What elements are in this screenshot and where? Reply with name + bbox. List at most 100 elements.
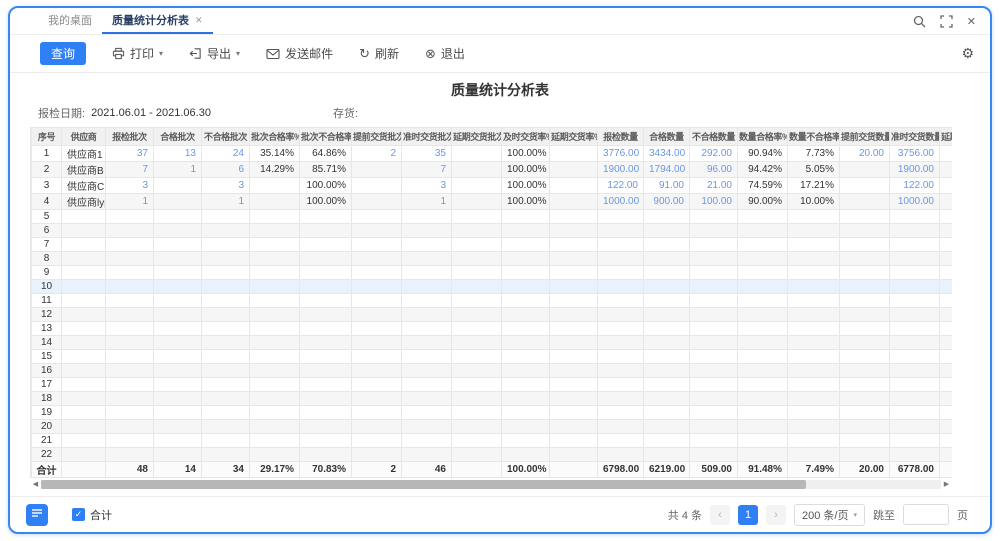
cell[interactable] — [61, 209, 106, 224]
next-page-button[interactable]: › — [766, 504, 787, 525]
cell[interactable] — [501, 251, 550, 266]
cell[interactable] — [401, 433, 452, 448]
cell[interactable] — [839, 447, 890, 462]
cell[interactable]: 37 — [105, 145, 154, 162]
refresh-button[interactable]: ↻ 刷新 — [359, 45, 399, 62]
cell[interactable]: 6778.00 — [889, 461, 940, 478]
cell[interactable] — [889, 223, 940, 238]
cell[interactable] — [201, 279, 250, 294]
cell[interactable] — [737, 237, 788, 252]
column-header[interactable]: 报检批次 — [105, 127, 154, 146]
cell[interactable] — [597, 223, 644, 238]
cell[interactable] — [889, 265, 940, 280]
cell[interactable] — [451, 293, 502, 308]
cell[interactable] — [787, 251, 840, 266]
cell[interactable]: 14 — [153, 461, 202, 478]
cell[interactable] — [451, 209, 502, 224]
cell[interactable] — [737, 419, 788, 434]
cell[interactable]: 2 — [351, 145, 402, 162]
cell[interactable] — [249, 193, 300, 210]
cell[interactable] — [597, 321, 644, 336]
cell[interactable] — [597, 405, 644, 420]
cell[interactable]: 20 — [31, 419, 62, 434]
cell[interactable] — [153, 237, 202, 252]
export-button[interactable]: 导出 ▾ — [189, 45, 240, 62]
cell[interactable] — [737, 363, 788, 378]
query-button[interactable]: 查询 — [40, 42, 86, 65]
column-header[interactable]: 不合格批次 — [201, 127, 250, 146]
cell[interactable] — [351, 321, 402, 336]
cell[interactable]: 6 — [31, 223, 62, 238]
cell[interactable]: 11 — [31, 293, 62, 308]
cell[interactable]: 1 — [153, 161, 202, 178]
cell[interactable]: 91.48% — [737, 461, 788, 478]
cell[interactable] — [61, 461, 106, 478]
cell[interactable] — [299, 251, 352, 266]
table-row[interactable]: 17 — [31, 377, 952, 392]
scroll-left-icon[interactable]: ◀ — [30, 479, 41, 490]
cell[interactable] — [451, 447, 502, 462]
cell[interactable] — [105, 447, 154, 462]
cell[interactable]: 34 — [201, 461, 250, 478]
cell[interactable] — [351, 223, 402, 238]
cell[interactable] — [643, 363, 690, 378]
cell[interactable] — [643, 321, 690, 336]
cell[interactable] — [787, 307, 840, 322]
table-row[interactable]: 18 — [31, 391, 952, 406]
scroll-right-icon[interactable]: ▶ — [941, 479, 952, 490]
cell[interactable] — [787, 335, 840, 350]
cell[interactable] — [597, 391, 644, 406]
cell[interactable]: 供应商C — [61, 177, 106, 194]
cell[interactable] — [501, 293, 550, 308]
cell[interactable] — [689, 223, 738, 238]
cell[interactable] — [351, 209, 402, 224]
cell[interactable] — [643, 349, 690, 364]
cell[interactable]: 9 — [31, 265, 62, 280]
cell[interactable] — [451, 433, 502, 448]
cell[interactable] — [451, 391, 502, 406]
cell[interactable] — [201, 321, 250, 336]
column-header[interactable]: 延期交货批次 — [451, 127, 502, 146]
cell[interactable] — [451, 363, 502, 378]
cell[interactable] — [549, 363, 598, 378]
cell[interactable] — [451, 265, 502, 280]
table-row[interactable]: 6 — [31, 223, 952, 238]
cell[interactable] — [401, 419, 452, 434]
cell[interactable] — [689, 349, 738, 364]
cell[interactable]: 13 — [153, 145, 202, 162]
cell[interactable] — [689, 237, 738, 252]
cell[interactable] — [105, 279, 154, 294]
cell[interactable] — [451, 307, 502, 322]
cell[interactable] — [451, 237, 502, 252]
cell[interactable] — [299, 377, 352, 392]
cell[interactable]: 70.83% — [299, 461, 352, 478]
cell[interactable] — [737, 377, 788, 392]
cell[interactable] — [501, 307, 550, 322]
cell[interactable] — [61, 251, 106, 266]
sum-toggle[interactable]: ✓ 合计 — [72, 507, 112, 523]
cell[interactable] — [549, 223, 598, 238]
cell[interactable] — [939, 293, 952, 308]
cell[interactable] — [501, 391, 550, 406]
cell[interactable] — [201, 223, 250, 238]
cell[interactable] — [401, 251, 452, 266]
table-row[interactable]: 4供应商lyp11100.00%1100.00%1000.00900.00100… — [31, 193, 952, 210]
cell[interactable] — [889, 321, 940, 336]
cell[interactable]: 90.94% — [737, 145, 788, 162]
cell[interactable] — [939, 461, 952, 478]
cell[interactable] — [401, 265, 452, 280]
cell[interactable] — [839, 321, 890, 336]
cell[interactable] — [939, 237, 952, 252]
cell[interactable] — [597, 377, 644, 392]
cell[interactable] — [299, 237, 352, 252]
table-row[interactable]: 8 — [31, 251, 952, 266]
column-header[interactable]: 合格批次 — [153, 127, 202, 146]
cell[interactable] — [939, 307, 952, 322]
cell[interactable] — [451, 223, 502, 238]
cell[interactable] — [939, 433, 952, 448]
cell[interactable]: 13 — [31, 321, 62, 336]
cell[interactable] — [549, 335, 598, 350]
cell[interactable] — [689, 251, 738, 266]
cell[interactable] — [597, 237, 644, 252]
cell[interactable] — [451, 419, 502, 434]
